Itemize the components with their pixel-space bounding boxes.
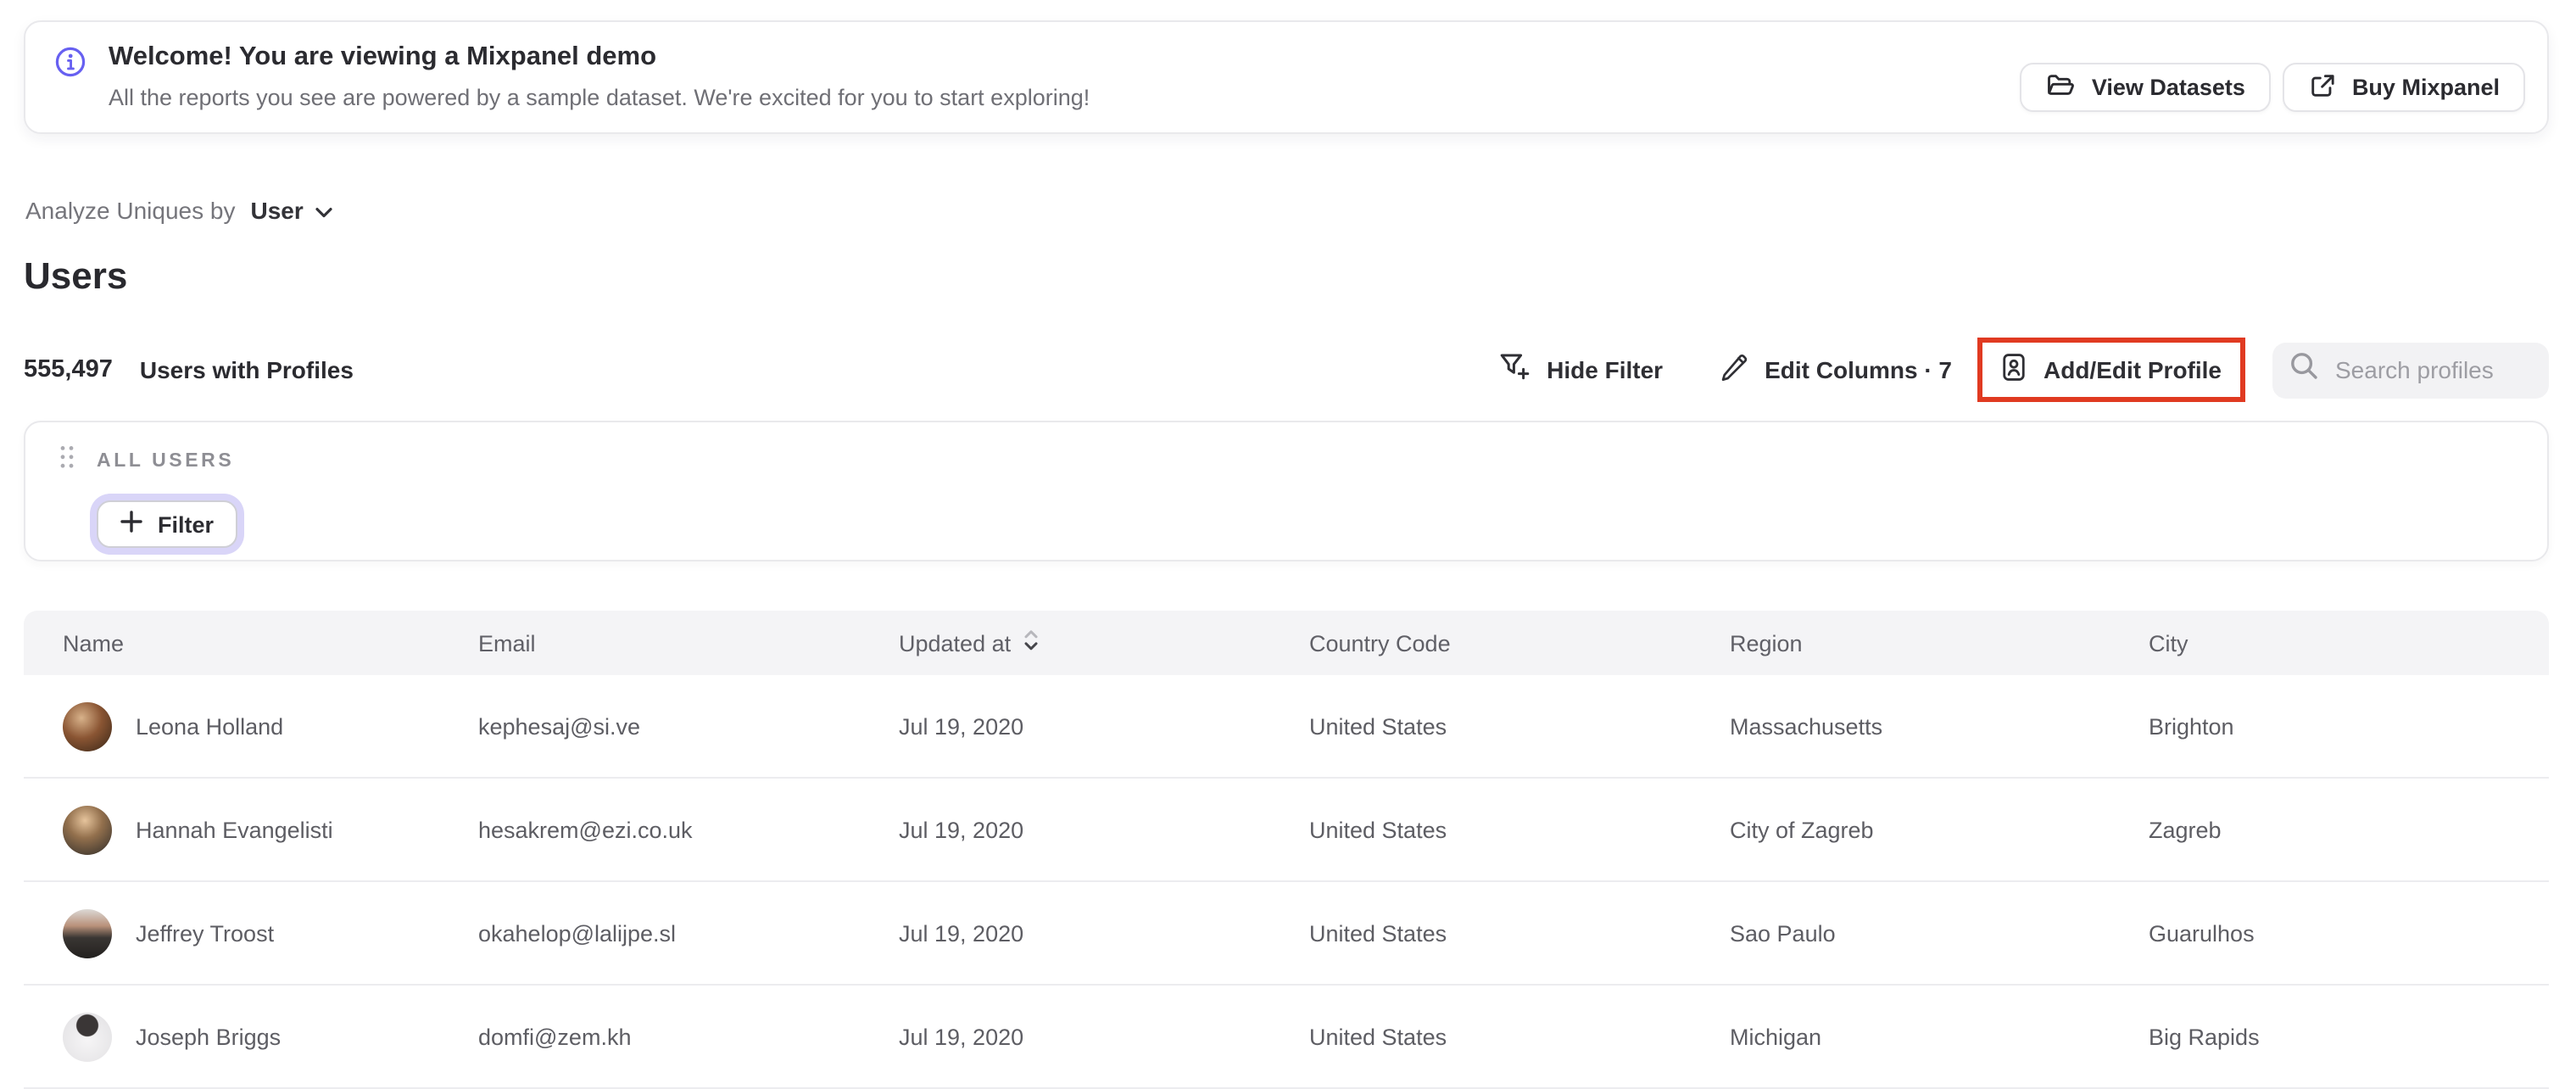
avatar [63,1012,112,1061]
cell-name: Jeffrey Troost [136,920,275,946]
column-header-country-code[interactable]: Country Code [1309,630,1730,656]
column-header-city[interactable]: City [2149,630,2549,656]
cell-region: City of Zagreb [1730,817,1874,842]
search-icon [2289,351,2318,388]
cell-name: Leona Holland [136,713,284,739]
buy-mixpanel-button[interactable]: Buy Mixpanel [2282,63,2525,112]
column-header-email[interactable]: Email [478,630,899,656]
table-row[interactable]: Leona Holland kephesaj@si.ve Jul 19, 202… [24,675,2549,779]
cell-email: kephesaj@si.ve [478,713,641,739]
view-datasets-label: View Datasets [2091,75,2245,100]
cell-name: Hannah Evangelisti [136,817,333,842]
cell-region: Massachusetts [1730,713,1883,739]
cell-country-code: United States [1309,713,1447,739]
profiles-count: 555,497 [24,356,113,383]
banner-subtitle: All the reports you see are powered by a… [109,85,1090,110]
chevron-down-icon [315,197,332,224]
edit-columns-button[interactable]: Edit Columns · 7 [1719,353,1952,387]
pencil-icon [1719,353,1748,387]
column-header-region[interactable]: Region [1730,630,2149,656]
controls-row: 555,497 Users with Profiles Hide Filter … [24,336,2549,404]
profiles-count-label: Users with Profiles [139,356,354,383]
column-header-updated-at[interactable]: Updated at [899,629,1309,656]
cell-email: okahelop@lalijpe.sl [478,920,677,946]
cell-city: Guarulhos [2149,920,2255,946]
hide-filter-button[interactable]: Hide Filter [1499,353,1663,387]
drag-handle-icon[interactable] [59,444,75,478]
cell-updated-at: Jul 19, 2020 [899,817,1024,842]
add-edit-profile-button[interactable]: Add/Edit Profile [1977,338,2245,402]
add-edit-profile-label: Add/Edit Profile [2044,356,2222,383]
profiles-table: Name Email Updated at Country Code Regio… [24,611,2549,1089]
cell-updated-at: Jul 19, 2020 [899,713,1024,739]
profile-badge-icon [2001,353,2027,387]
view-datasets-button[interactable]: View Datasets [2020,63,2271,112]
users-page: Welcome! You are viewing a Mixpanel demo… [0,0,2576,1089]
plus-icon [120,511,142,538]
page-title: Users [24,254,128,297]
avatar [63,805,112,854]
cell-city: Big Rapids [2149,1024,2260,1049]
cell-country-code: United States [1309,1024,1447,1049]
analyze-selected-value: User [250,197,304,224]
table-header-row: Name Email Updated at Country Code Regio… [24,611,2549,675]
cell-region: Sao Paulo [1730,920,1836,946]
banner-title: Welcome! You are viewing a Mixpanel demo [109,42,657,71]
sort-updown-icon [1023,629,1040,656]
folder-icon [2046,71,2077,103]
external-link-icon [2308,70,2337,104]
table-row[interactable]: Hannah Evangelisti hesakrem@ezi.co.uk Ju… [24,779,2549,882]
avatar [63,701,112,751]
search-profiles-input[interactable] [2332,355,2532,385]
demo-banner: Welcome! You are viewing a Mixpanel demo… [24,20,2549,134]
add-filter-button[interactable]: Filter [97,500,238,548]
filter-group-label: ALL USERS [97,451,235,472]
analyze-uniques-row: Analyze Uniques by User [25,197,332,224]
column-header-updated-at-label: Updated at [899,630,1012,656]
cell-city: Brighton [2149,713,2234,739]
cell-country-code: United States [1309,817,1447,842]
info-icon [54,46,86,87]
search-profiles-box[interactable] [2272,342,2549,398]
analyze-prefix-label: Analyze Uniques by [25,197,236,224]
cell-email: hesakrem@ezi.co.uk [478,817,693,842]
cell-name: Joseph Briggs [136,1024,282,1049]
funnel-plus-icon [1499,353,1530,387]
cell-updated-at: Jul 19, 2020 [899,920,1024,946]
cell-region: Michigan [1730,1024,1822,1049]
filter-panel: ALL USERS Filter [24,421,2549,561]
edit-columns-label: Edit Columns · 7 [1765,356,1952,383]
buy-mixpanel-label: Buy Mixpanel [2351,75,2500,100]
add-filter-label: Filter [158,511,215,537]
cell-country-code: United States [1309,920,1447,946]
cell-email: domfi@zem.kh [478,1024,632,1049]
table-row[interactable]: Jeffrey Troost okahelop@lalijpe.sl Jul 1… [24,882,2549,986]
avatar [63,908,112,958]
table-row[interactable]: Joseph Briggs domfi@zem.kh Jul 19, 2020 … [24,986,2549,1089]
cell-city: Zagreb [2149,817,2222,842]
cell-updated-at: Jul 19, 2020 [899,1024,1024,1049]
analyze-by-dropdown[interactable]: User [251,197,332,224]
column-header-name[interactable]: Name [63,630,478,656]
hide-filter-label: Hide Filter [1547,356,1664,383]
